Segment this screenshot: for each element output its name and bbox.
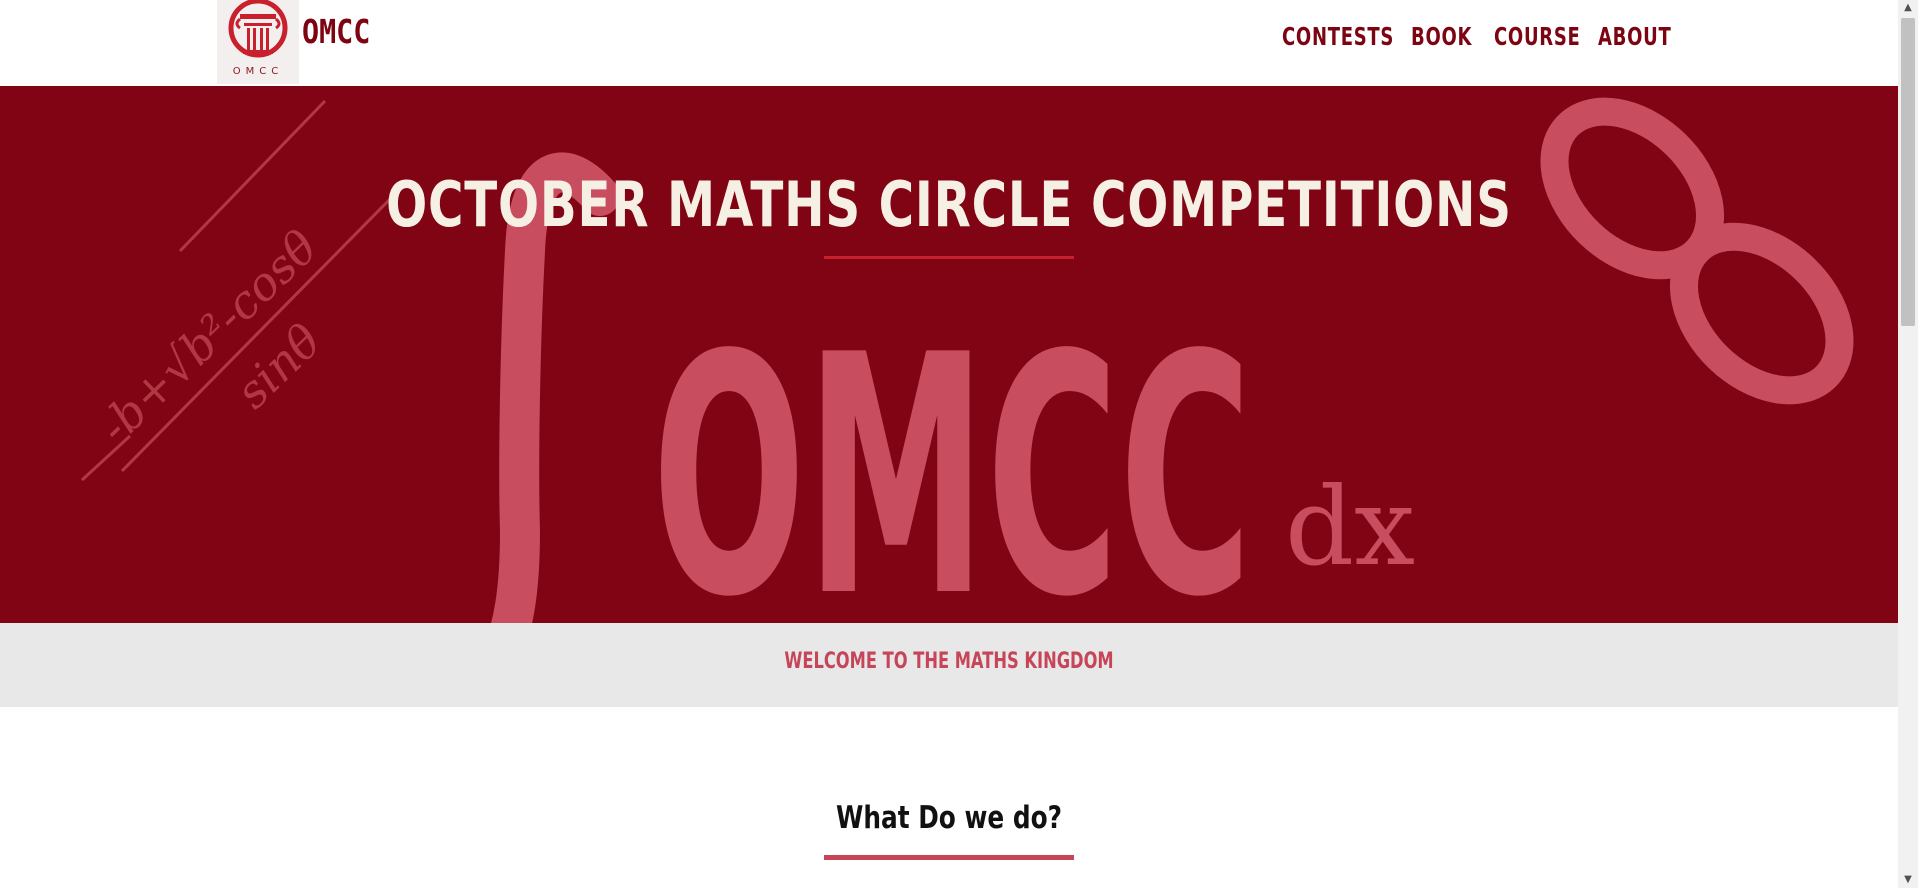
scroll-thumb[interactable] bbox=[1901, 18, 1915, 326]
nav-book[interactable]: BOOK bbox=[1411, 22, 1472, 51]
hero-banner: -b+√b²-cosθ sinθ OMCC dx OCTOBER MATHS C… bbox=[0, 86, 1898, 623]
site-logo[interactable]: OMCC bbox=[217, 0, 299, 84]
brand-name[interactable]: OMCC bbox=[302, 12, 370, 51]
welcome-text: WELCOME TO THE MATHS KINGDOM bbox=[784, 649, 1114, 674]
welcome-strip: WELCOME TO THE MATHS KINGDOM bbox=[0, 623, 1898, 707]
hero-watermark: OMCC bbox=[652, 285, 1252, 623]
page-scrollbar[interactable]: ▲ ▼ bbox=[1898, 0, 1918, 888]
nav-contests[interactable]: CONTESTS bbox=[1282, 22, 1394, 51]
hero-decoration: -b+√b²-cosθ sinθ OMCC dx bbox=[80, 97, 1854, 623]
section-divider bbox=[824, 855, 1074, 860]
formula-decoration: -b+√b²-cosθ sinθ bbox=[80, 99, 397, 482]
logo-caption: OMCC bbox=[232, 66, 284, 77]
scroll-down-icon[interactable]: ▼ bbox=[1898, 872, 1918, 888]
nav-about[interactable]: ABOUT bbox=[1598, 22, 1671, 51]
infinity-icon bbox=[1540, 97, 1854, 405]
hero-watermark-suffix: dx bbox=[1285, 465, 1415, 590]
scroll-up-icon[interactable]: ▲ bbox=[1898, 0, 1918, 16]
site-header: OMCC OMCC CONTESTS BOOK COURSE ABOUT bbox=[0, 0, 1898, 86]
section-title: What Do we do? bbox=[835, 800, 1063, 836]
hero-divider bbox=[824, 256, 1074, 259]
hero-title: OCTOBER MATHS CIRCLE COMPETITIONS bbox=[386, 168, 1512, 241]
column-logo-icon bbox=[228, 0, 288, 58]
nav-course[interactable]: COURSE bbox=[1494, 22, 1581, 51]
main-nav: CONTESTS BOOK COURSE ABOUT bbox=[1272, 22, 1672, 58]
